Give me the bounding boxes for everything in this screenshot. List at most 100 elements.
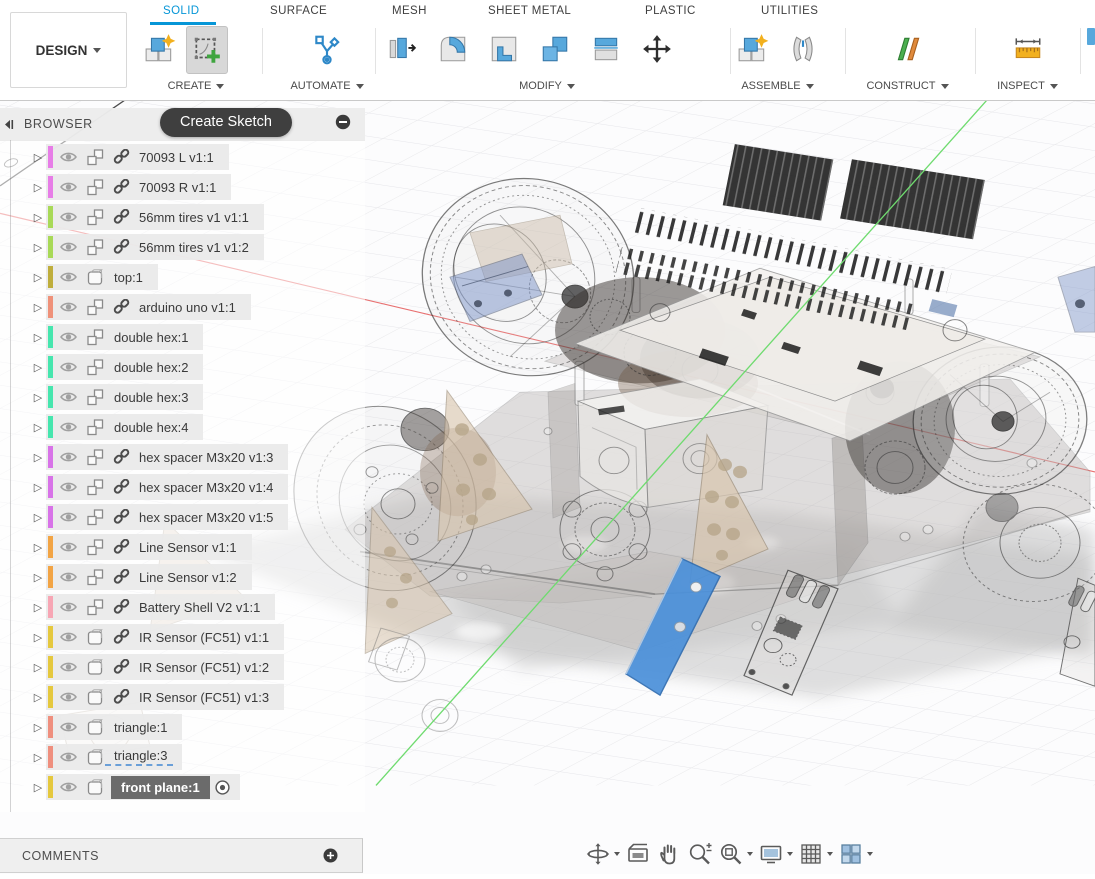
visibility-eye-icon[interactable] [59, 210, 78, 224]
browser-item-label[interactable]: Line Sensor v1:2 [130, 570, 243, 585]
expand-arrow-icon[interactable]: ▷ [30, 331, 46, 344]
expand-arrow-icon[interactable]: ▷ [30, 181, 46, 194]
browser-item-band[interactable]: hex spacer M3x20 v1:4 [46, 474, 288, 500]
visibility-eye-icon[interactable] [59, 420, 78, 434]
clipped-toolbar-icon[interactable] [1087, 28, 1095, 45]
chevron-down-icon[interactable] [747, 852, 753, 856]
browser-item-band[interactable]: hex spacer M3x20 v1:5 [46, 504, 288, 530]
create-sketch-icon[interactable] [186, 26, 228, 74]
display-settings-icon[interactable] [758, 841, 784, 867]
browser-item-band[interactable]: double hex:1 [46, 324, 203, 350]
browser-item-band[interactable]: 70093 R v1:1 [46, 174, 231, 200]
browser-item-band[interactable]: arduino uno v1:1 [46, 294, 251, 320]
grid-settings-icon[interactable] [798, 841, 824, 867]
visibility-eye-icon[interactable] [59, 660, 78, 674]
browser-item-band[interactable]: top:1 [46, 264, 158, 290]
shell-icon[interactable] [484, 26, 524, 72]
browser-item[interactable]: ▷ 70093 L v1:1 [0, 142, 365, 172]
visibility-eye-icon[interactable] [59, 240, 78, 254]
visibility-eye-icon[interactable] [59, 720, 78, 734]
browser-item[interactable]: ▷ triangle:1 [0, 712, 365, 742]
browser-item-label[interactable]: 56mm tires v1 v1:1 [130, 210, 255, 225]
browser-item-label[interactable]: IR Sensor (FC51) v1:3 [130, 690, 275, 705]
look-at-icon[interactable] [625, 841, 651, 867]
automate-icon[interactable] [307, 26, 347, 72]
pan-hand-icon[interactable] [656, 841, 682, 867]
browser-item[interactable]: ▷ hex spacer M3x20 v1:3 [0, 442, 365, 472]
visibility-eye-icon[interactable] [59, 780, 78, 794]
chevron-down-icon[interactable] [827, 852, 833, 856]
visibility-eye-icon[interactable] [59, 450, 78, 464]
construct-plane-icon[interactable] [888, 26, 928, 72]
browser-item[interactable]: ▷ IR Sensor (FC51) v1:2 [0, 652, 365, 682]
browser-item-label[interactable]: hex spacer M3x20 v1:5 [130, 510, 279, 525]
expand-arrow-icon[interactable]: ▷ [30, 601, 46, 614]
visibility-eye-icon[interactable] [59, 570, 78, 584]
combine-icon[interactable] [535, 26, 575, 72]
browser-item-band[interactable]: double hex:4 [46, 414, 203, 440]
visibility-eye-icon[interactable] [59, 180, 78, 194]
viewports-icon[interactable] [838, 841, 864, 867]
expand-arrow-icon[interactable]: ▷ [30, 151, 46, 164]
zoom-icon[interactable] [687, 841, 713, 867]
browser-item[interactable]: ▷ double hex:4 [0, 412, 365, 442]
visibility-eye-icon[interactable] [59, 540, 78, 554]
chevron-down-icon[interactable] [787, 852, 793, 856]
automate-group-label[interactable]: AUTOMATE [290, 80, 350, 92]
expand-arrow-icon[interactable]: ▷ [30, 781, 46, 794]
browser-item-band[interactable]: 56mm tires v1 v1:1 [46, 204, 264, 230]
collapse-panel-icon[interactable] [3, 117, 16, 132]
visibility-eye-icon[interactable] [59, 750, 78, 764]
expand-arrow-icon[interactable]: ▷ [30, 211, 46, 224]
visibility-eye-icon[interactable] [59, 330, 78, 344]
create-group-label[interactable]: CREATE [168, 80, 212, 92]
browser-item-band[interactable]: double hex:2 [46, 354, 203, 380]
tab-utilities[interactable]: UTILITIES [761, 5, 818, 17]
fit-icon[interactable] [718, 841, 744, 867]
assemble-group-label[interactable]: ASSEMBLE [741, 80, 800, 92]
chevron-down-icon[interactable] [867, 852, 873, 856]
browser-item[interactable]: ▷ IR Sensor (FC51) v1:1 [0, 622, 365, 652]
browser-item-band[interactable]: triangle:1 [46, 714, 182, 740]
modify-group-label[interactable]: MODIFY [519, 80, 562, 92]
browser-item[interactable]: ▷ double hex:2 [0, 352, 365, 382]
browser-item[interactable]: ▷ double hex:1 [0, 322, 365, 352]
comments-bar[interactable]: COMMENTS [0, 838, 363, 873]
browser-item-band[interactable]: Line Sensor v1:1 [46, 534, 252, 560]
new-component-icon[interactable] [140, 26, 180, 72]
measure-icon[interactable] [1008, 26, 1048, 72]
visibility-eye-icon[interactable] [59, 480, 78, 494]
visibility-eye-icon[interactable] [59, 300, 78, 314]
tab-surface[interactable]: SURFACE [270, 5, 327, 17]
browser-item[interactable]: ▷ hex spacer M3x20 v1:5 [0, 502, 365, 532]
expand-arrow-icon[interactable]: ▷ [30, 421, 46, 434]
browser-item-band[interactable]: triangle:3 [46, 744, 182, 770]
activate-component-radio-icon[interactable] [214, 779, 231, 796]
tab-solid[interactable]: SOLID [163, 5, 200, 17]
browser-item-band[interactable]: Battery Shell V2 v1:1 [46, 594, 275, 620]
expand-arrow-icon[interactable]: ▷ [30, 301, 46, 314]
browser-item-band[interactable]: 56mm tires v1 v1:2 [46, 234, 264, 260]
browser-item-label[interactable]: top:1 [105, 270, 149, 285]
joint-icon[interactable] [783, 26, 823, 72]
browser-item[interactable]: ▷ front plane:1 [0, 772, 365, 802]
expand-arrow-icon[interactable]: ▷ [30, 541, 46, 554]
construct-group-label[interactable]: CONSTRUCT [866, 80, 935, 92]
browser-item-band[interactable]: IR Sensor (FC51) v1:2 [46, 654, 284, 680]
browser-item[interactable]: ▷ Line Sensor v1:1 [0, 532, 365, 562]
press-pull-icon[interactable] [382, 26, 422, 72]
inspect-group-label[interactable]: INSPECT [997, 80, 1045, 92]
browser-item-band[interactable]: 70093 L v1:1 [46, 144, 229, 170]
browser-item-band[interactable]: IR Sensor (FC51) v1:3 [46, 684, 284, 710]
expand-arrow-icon[interactable]: ▷ [30, 451, 46, 464]
expand-arrow-icon[interactable]: ▷ [30, 511, 46, 524]
expand-arrow-icon[interactable]: ▷ [30, 661, 46, 674]
browser-item-label[interactable]: Battery Shell V2 v1:1 [130, 600, 266, 615]
browser-item[interactable]: ▷ triangle:3 [0, 742, 365, 772]
visibility-eye-icon[interactable] [59, 690, 78, 704]
browser-item-label[interactable]: double hex:4 [105, 420, 194, 435]
browser-item-label[interactable]: triangle:3 [105, 748, 173, 766]
visibility-eye-icon[interactable] [59, 150, 78, 164]
browser-item-label[interactable]: double hex:3 [105, 390, 194, 405]
expand-arrow-icon[interactable]: ▷ [30, 721, 46, 734]
